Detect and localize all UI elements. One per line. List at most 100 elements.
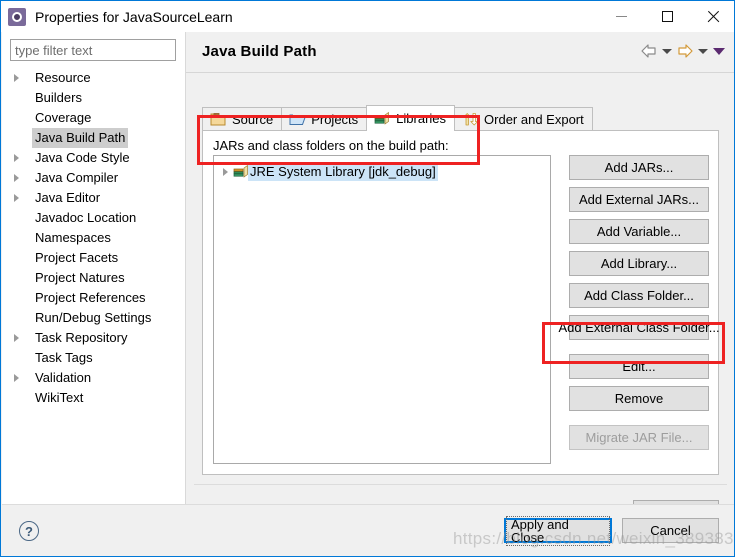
- forward-arrow-icon[interactable]: [675, 42, 695, 60]
- apply-and-close-button[interactable]: Apply and Close: [504, 515, 612, 546]
- view-menu-triangle-icon: [713, 47, 725, 55]
- sidebar-item-label: Namespaces: [35, 230, 111, 245]
- header-separator: [186, 72, 734, 73]
- sidebar-item-label: Javadoc Location: [35, 210, 137, 225]
- view-menu-button[interactable]: [711, 42, 727, 60]
- tab-label: Libraries: [396, 111, 447, 126]
- chevron-down-icon: [698, 48, 708, 54]
- minimize-button[interactable]: [598, 1, 644, 31]
- libraries-tab-panel: JARs and class folders on the build path…: [202, 130, 720, 475]
- expand-arrow-icon[interactable]: [14, 154, 19, 162]
- build-path-description: JARs and class folders on the build path…: [213, 138, 449, 153]
- add-class-folder-button[interactable]: Add Class Folder...: [569, 283, 709, 308]
- back-history-dropdown[interactable]: [659, 42, 675, 60]
- tab-libraries[interactable]: Libraries: [366, 105, 456, 131]
- sidebar-item-label: Project References: [35, 290, 146, 305]
- maximize-icon: [661, 10, 673, 22]
- add-variable-button[interactable]: Add Variable...: [569, 219, 709, 244]
- sidebar-item-label: WikiText: [35, 390, 84, 405]
- sidebar-item-label: Project Natures: [35, 270, 125, 285]
- sidebar-item-java-build-path[interactable]: Java Build Path: [2, 128, 185, 148]
- tab-bar: Source Projects Libraries Order and Export: [202, 105, 593, 131]
- remove-button[interactable]: Remove: [569, 386, 709, 411]
- sidebar-item-label: Builders: [35, 90, 82, 105]
- sidebar-item-label: Java Build Path: [32, 128, 129, 148]
- back-arrow-icon[interactable]: [639, 42, 659, 60]
- tab-label: Projects: [311, 112, 359, 127]
- expand-arrow-icon[interactable]: [14, 174, 19, 182]
- title-bar: Properties for JavaSourceLearn: [1, 1, 734, 32]
- sidebar-item-run-debug-settings[interactable]: Run/Debug Settings: [2, 308, 185, 328]
- gear-icon: [8, 7, 26, 26]
- library-books-icon: [233, 164, 248, 178]
- sidebar-item-validation[interactable]: Validation: [2, 368, 185, 388]
- sidebar-item-java-code-style[interactable]: Java Code Style: [2, 148, 185, 168]
- tab-label: Source: [232, 112, 274, 127]
- settings-tree: Resource Builders Coverage Java Build Path J…: [2, 68, 185, 504]
- sidebar-item-label: Java Code Style: [35, 150, 130, 165]
- sidebar-item-label: Resource: [35, 70, 91, 85]
- sidebar-item-coverage[interactable]: Coverage: [2, 108, 185, 128]
- tab-order-and-export[interactable]: Order and Export: [454, 107, 593, 131]
- sidebar-item-label: Java Compiler: [35, 170, 119, 185]
- filter-input[interactable]: [10, 39, 176, 61]
- sidebar-item-label: Coverage: [35, 110, 92, 125]
- add-library-button[interactable]: Add Library...: [569, 251, 709, 276]
- help-question-icon[interactable]: ?: [19, 521, 39, 541]
- expand-arrow-icon[interactable]: [223, 168, 228, 176]
- sidebar-item-namespaces[interactable]: Namespaces: [2, 228, 185, 248]
- libraries-books-icon: [374, 111, 390, 125]
- sidebar-item-task-repository[interactable]: Task Repository: [2, 328, 185, 348]
- build-path-entry[interactable]: JRE System Library [jdk_debug]: [214, 162, 550, 181]
- settings-sidebar: Resource Builders Coverage Java Build Path J…: [2, 32, 185, 504]
- build-path-list[interactable]: JRE System Library [jdk_debug]: [213, 155, 551, 464]
- sidebar-item-builders[interactable]: Builders: [2, 88, 185, 108]
- window-title: Properties for JavaSourceLearn: [35, 8, 233, 25]
- sidebar-item-javadoc-location[interactable]: Javadoc Location: [2, 208, 185, 228]
- sidebar-item-project-references[interactable]: Project References: [2, 288, 185, 308]
- source-folder-icon: [210, 113, 226, 126]
- chevron-down-icon: [662, 48, 672, 54]
- sidebar-item-label: Java Editor: [35, 190, 101, 205]
- add-external-class-folder-button[interactable]: Add External Class Folder...: [558, 315, 720, 340]
- close-button[interactable]: [690, 1, 734, 31]
- properties-dialog: Properties for JavaSourceLearn Resource B…: [0, 0, 735, 557]
- order-arrows-icon: [463, 113, 479, 126]
- sidebar-item-label: Task Repository: [35, 330, 128, 345]
- sidebar-item-label: Task Tags: [35, 350, 93, 365]
- sidebar-item-label: Validation: [35, 370, 92, 385]
- add-external-jars-button[interactable]: Add External JARs...: [569, 187, 709, 212]
- minimize-icon: [615, 15, 627, 17]
- expand-arrow-icon[interactable]: [14, 334, 19, 342]
- sidebar-item-wikitext[interactable]: WikiText: [2, 388, 185, 408]
- build-path-action-buttons: Add JARs... Add External JARs... Add Varia…: [558, 155, 720, 457]
- expand-arrow-icon[interactable]: [14, 374, 19, 382]
- page-title: Java Build Path: [202, 43, 317, 60]
- sidebar-item-resource[interactable]: Resource: [2, 68, 185, 88]
- edit-button[interactable]: Edit...: [569, 354, 709, 379]
- sidebar-item-task-tags[interactable]: Task Tags: [2, 348, 185, 368]
- close-icon: [707, 10, 720, 23]
- page-navigation: [639, 40, 727, 62]
- add-jars-button[interactable]: Add JARs...: [569, 155, 709, 180]
- migrate-jar-file-button: Migrate JAR File...: [569, 425, 709, 450]
- maximize-button[interactable]: [644, 1, 690, 31]
- expand-arrow-icon[interactable]: [14, 74, 19, 82]
- build-path-entry-label: JRE System Library [jdk_debug]: [248, 162, 438, 181]
- apply-separator: [194, 484, 727, 485]
- sidebar-item-label: Run/Debug Settings: [35, 310, 152, 325]
- sidebar-item-label: Project Facets: [35, 250, 119, 265]
- projects-folder-icon: [289, 114, 306, 125]
- cancel-button[interactable]: Cancel: [622, 518, 719, 543]
- sidebar-item-java-compiler[interactable]: Java Compiler: [2, 168, 185, 188]
- sidebar-item-project-facets[interactable]: Project Facets: [2, 248, 185, 268]
- expand-arrow-icon[interactable]: [14, 194, 19, 202]
- apply-and-close-label: Apply and Close: [506, 515, 610, 546]
- tab-projects[interactable]: Projects: [281, 107, 368, 131]
- forward-history-dropdown[interactable]: [695, 42, 711, 60]
- settings-page: Java Build Path Source Projects Librarie…: [186, 32, 734, 525]
- sidebar-item-java-editor[interactable]: Java Editor: [2, 188, 185, 208]
- tab-source[interactable]: Source: [202, 107, 283, 131]
- tab-label: Order and Export: [484, 112, 584, 127]
- sidebar-item-project-natures[interactable]: Project Natures: [2, 268, 185, 288]
